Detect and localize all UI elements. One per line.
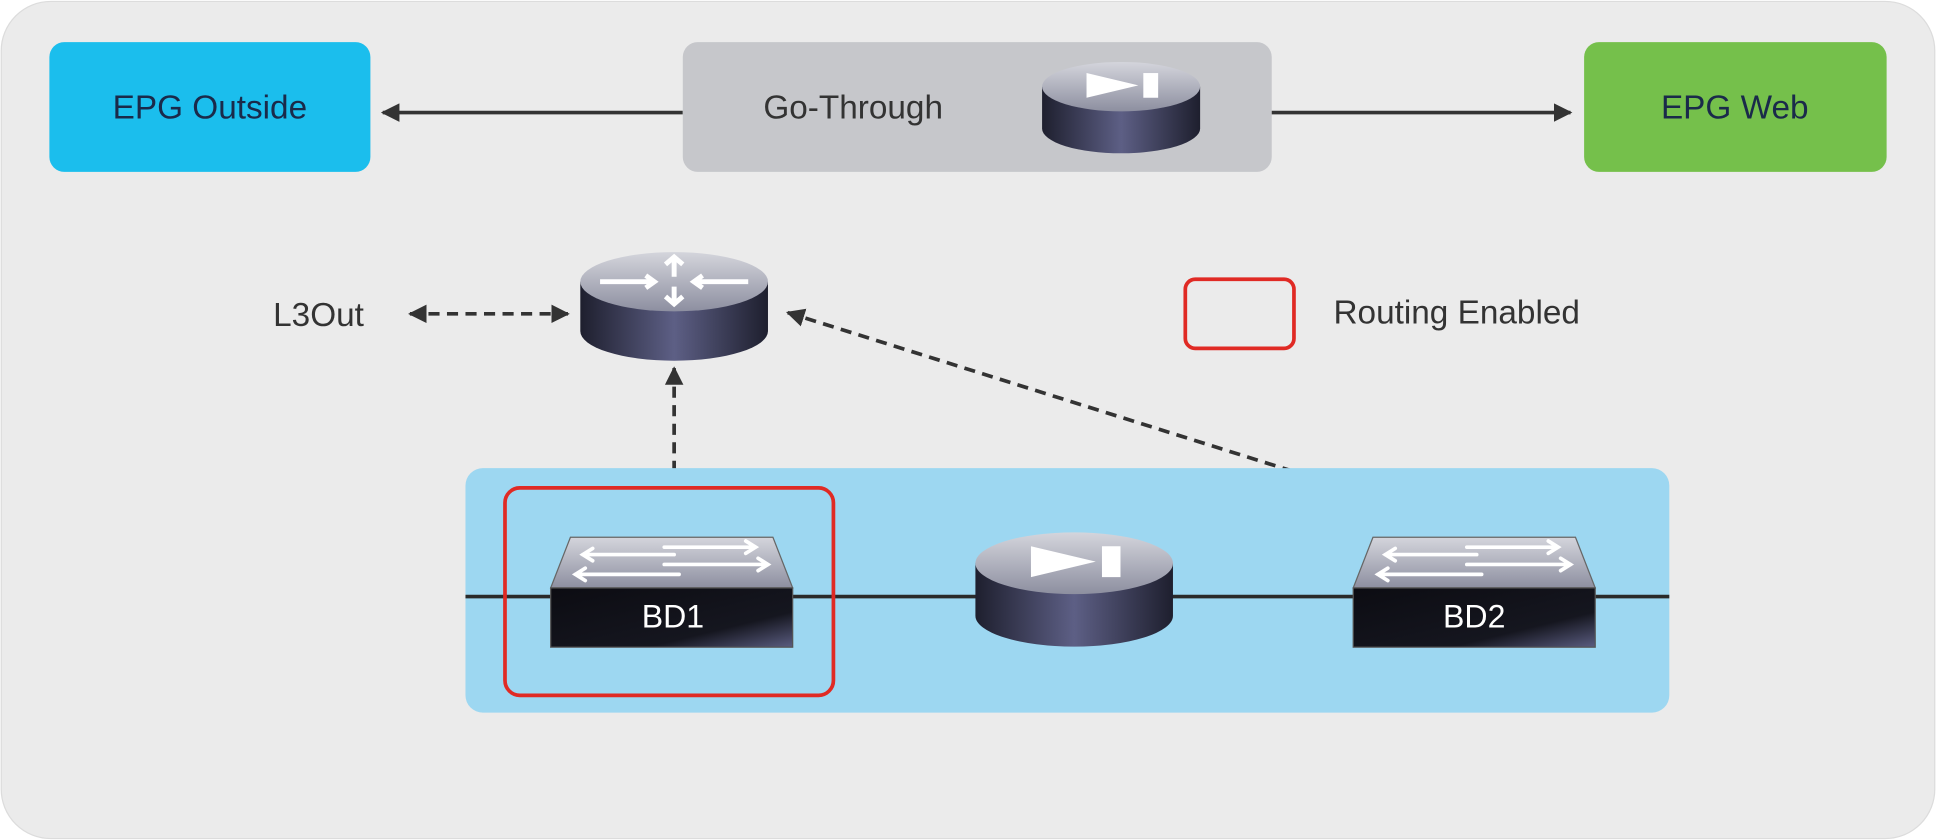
epg-web-label: EPG Web xyxy=(1661,90,1809,127)
diagram: EPG Outside Go-Through EPG Web L3Out Rou… xyxy=(0,0,1936,840)
legend-label: Routing Enabled xyxy=(1333,295,1579,332)
service-node-icon xyxy=(975,532,1173,647)
bd2-label: BD2 xyxy=(1443,598,1505,634)
epg-outside-label: EPG Outside xyxy=(113,90,308,127)
service-node-icon xyxy=(1042,61,1201,154)
router-icon xyxy=(580,252,768,361)
bd2-switch: BD2 xyxy=(1351,535,1598,650)
l3out-label: L3Out xyxy=(273,297,365,334)
epg-web-box: EPG Web xyxy=(1584,42,1887,172)
go-through-label: Go-Through xyxy=(763,90,943,127)
bd1-label: BD1 xyxy=(642,598,704,634)
go-through-box: Go-Through xyxy=(682,42,1272,172)
bd1-switch: BD1 xyxy=(548,535,795,650)
epg-outside-box: EPG Outside xyxy=(49,42,371,172)
